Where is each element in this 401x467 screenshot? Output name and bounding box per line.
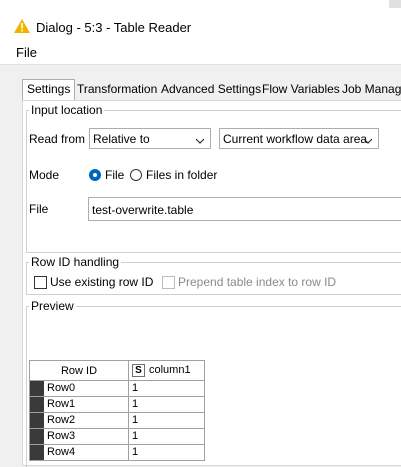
row-marker xyxy=(30,429,44,444)
tab-job-manager[interactable]: Job Manager xyxy=(338,80,401,99)
chevron-down-icon xyxy=(195,134,205,144)
window-title: Dialog - 5:3 - Table Reader xyxy=(36,20,192,35)
input-location-title: Input location xyxy=(31,103,103,117)
title-bar[interactable]: Dialog - 5:3 - Table Reader xyxy=(0,0,401,42)
row-marker xyxy=(30,381,44,396)
tab-transformation[interactable]: Transformation xyxy=(73,80,161,99)
row-marker xyxy=(30,397,44,412)
value-cell: 1 xyxy=(128,412,205,429)
warning-triangle-icon xyxy=(14,19,30,33)
row-id-cell: Row3 xyxy=(47,430,76,442)
row-marker xyxy=(30,445,44,460)
location-select[interactable]: Current workflow data area xyxy=(219,128,379,149)
row-id-cell: Row0 xyxy=(47,382,76,394)
read-from-select[interactable]: Relative to xyxy=(89,128,211,149)
use-existing-row-id-label[interactable]: Use existing row ID xyxy=(50,275,153,289)
value-cell: 1 xyxy=(128,428,205,445)
settings-panel: Input location Read from Relative to Cur… xyxy=(22,100,401,467)
preview-title: Preview xyxy=(31,299,74,313)
tab-settings[interactable]: Settings xyxy=(22,79,76,100)
mode-file-radio[interactable] xyxy=(89,169,101,181)
chevron-down-icon xyxy=(363,134,373,144)
tab-strip: Settings Transformation Advanced Setting… xyxy=(22,79,401,100)
table-row[interactable]: Row2 1 xyxy=(29,412,205,429)
menu-bar: File xyxy=(0,42,401,65)
prepend-table-index-checkbox[interactable] xyxy=(162,276,175,289)
column1-label: column1 xyxy=(149,364,191,376)
mode-file-label[interactable]: File xyxy=(105,168,124,182)
tab-flow-variables[interactable]: Flow Variables xyxy=(258,80,344,99)
value-cell: 1 xyxy=(128,380,205,397)
string-type-icon: S xyxy=(132,363,145,377)
value-cell: 1 xyxy=(128,444,205,461)
menu-file[interactable]: File xyxy=(16,45,37,60)
file-path-input[interactable]: test-overwrite.table xyxy=(88,197,401,221)
row-id-cell: Row2 xyxy=(47,414,76,426)
table-row[interactable]: Row1 1 xyxy=(29,396,205,413)
mode-folder-radio[interactable] xyxy=(130,169,142,181)
column-header-column1[interactable]: Scolumn1 xyxy=(128,360,205,381)
location-value: Current workflow data area xyxy=(223,132,368,146)
table-row[interactable]: Row0 1 xyxy=(29,380,205,397)
column-header-row-id[interactable]: Row ID xyxy=(29,360,129,381)
use-existing-row-id-checkbox[interactable] xyxy=(34,276,47,289)
file-label: File xyxy=(29,202,49,216)
read-from-value: Relative to xyxy=(93,132,150,146)
window-edge xyxy=(389,0,401,8)
table-row[interactable]: Row4 1 xyxy=(29,444,205,461)
row-id-handling-title: Row ID handling xyxy=(31,255,120,269)
mode-folder-label[interactable]: Files in folder xyxy=(146,168,217,182)
row-id-cell: Row4 xyxy=(47,446,76,458)
prepend-table-index-label: Prepend table index to row ID xyxy=(178,275,337,289)
mode-label: Mode xyxy=(29,168,60,182)
table-row[interactable]: Row3 1 xyxy=(29,428,205,445)
preview-table: Row ID Scolumn1 Row0 1 Row1 1 Row2 1 Row… xyxy=(29,360,205,461)
tab-advanced-settings[interactable]: Advanced Settings xyxy=(157,80,265,99)
read-from-label: Read from xyxy=(29,132,86,146)
row-id-cell: Row1 xyxy=(47,398,76,410)
table-header-row: Row ID Scolumn1 xyxy=(29,360,205,381)
value-cell: 1 xyxy=(128,396,205,413)
row-marker xyxy=(30,413,44,428)
file-path-value: test-overwrite.table xyxy=(92,203,194,217)
